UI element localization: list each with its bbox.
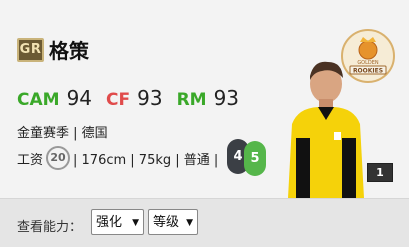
position-label-cam: CAM <box>17 90 60 110</box>
enhance-select-value: 强化 <box>96 215 123 230</box>
position-value-cam: 94 <box>66 86 93 110</box>
svg-text:GOLDEN: GOLDEN <box>357 60 379 66</box>
season-nation: 金童赛季 | 德国 <box>17 126 108 141</box>
position-label-cf: CF <box>106 90 131 110</box>
filter-label: 查看能力： <box>17 220 83 235</box>
body-details: | 176cm | 75kg | 普通 | <box>73 152 219 168</box>
level-select[interactable]: 等级 ▼ <box>148 209 198 235</box>
golden-rookies-badge-icon: GOLDEN ROOKIES <box>341 29 395 83</box>
position-value-cf: 93 <box>137 86 163 110</box>
salary-label: 工资 <box>17 152 44 168</box>
season-badge: GR <box>17 38 44 62</box>
filter-bar: 查看能力： 强化 ▼ 等级 ▼ <box>0 198 409 247</box>
position-value-rm: 93 <box>213 86 240 110</box>
chevron-down-icon: ▼ <box>132 218 139 228</box>
rank-badge: 1 <box>367 163 393 182</box>
chevron-down-icon: ▼ <box>186 218 193 228</box>
salary-value: 20 <box>46 146 71 170</box>
level-select-value: 等级 <box>153 215 180 230</box>
player-details: 工资 20 | 176cm | 75kg | 普通 | <box>17 146 218 170</box>
right-foot-icon: 5 <box>244 141 266 176</box>
position-label-rm: RM <box>176 90 207 110</box>
enhance-select[interactable]: 强化 ▼ <box>91 209 144 235</box>
svg-text:ROOKIES: ROOKIES <box>353 68 383 75</box>
position-ratings: CAM 94 CF 93 RM 93 <box>17 86 253 110</box>
player-name: 格策 <box>49 39 89 63</box>
player-card: GR 格策 CAM 94 CF 93 RM 93 金童赛季 | 德国 工资 20… <box>0 0 409 198</box>
